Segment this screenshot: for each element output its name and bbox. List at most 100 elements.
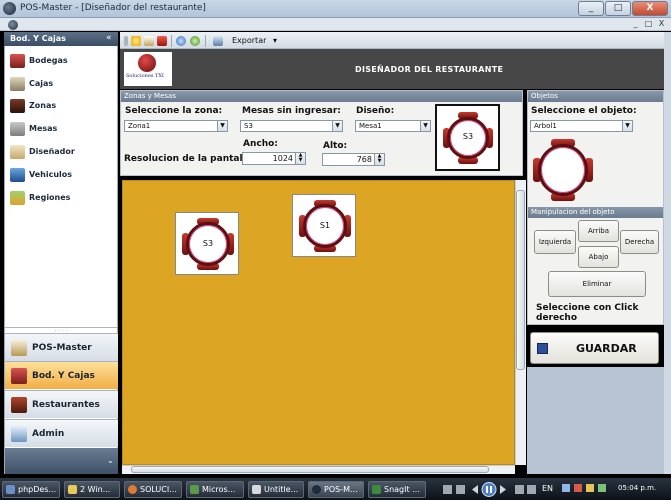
table-s1[interactable]: S1 (292, 194, 356, 257)
sidebar-item-disenador[interactable]: Diseñador (8, 143, 116, 161)
firefox-icon (128, 485, 137, 494)
design-select-value: Mesa1 (359, 122, 382, 130)
zones-icon (10, 99, 25, 113)
move-down-button[interactable]: Abajo (578, 246, 619, 268)
tray-app-icon[interactable] (586, 484, 594, 492)
tables-not-added-select[interactable]: S3 ▼ (240, 120, 343, 132)
sidebar-item-label: Regiones (29, 193, 71, 202)
nav-restaurantes[interactable]: Restaurantes (5, 390, 118, 418)
sidebar-item-zonas[interactable]: Zonas (8, 97, 116, 115)
round-table-icon: S3 (182, 218, 234, 270)
close-button[interactable]: X (632, 1, 668, 16)
media-player-icon (443, 482, 536, 497)
task-label: Micros... (202, 485, 236, 494)
stepper-arrows-icon[interactable]: ▲ ▼ (374, 154, 384, 165)
sidebar-item-cajas[interactable]: Cajas (8, 75, 116, 93)
vehicles-icon (10, 168, 25, 182)
width-value: 1024 (272, 154, 293, 163)
admin-icon (11, 426, 27, 442)
task-label: SnagIt ... (384, 485, 420, 494)
sidebar-item-bodegas[interactable]: Bodegas (8, 52, 116, 70)
paint-icon (252, 485, 261, 494)
minimize-button[interactable]: _ (578, 1, 604, 16)
panel-title: Objetos (528, 91, 663, 102)
height-stepper[interactable]: 768 ▲ ▼ (322, 153, 385, 166)
maximize-button[interactable]: □ (605, 1, 631, 16)
object-select[interactable]: Arbol1 ▼ (530, 120, 633, 132)
task-label: SOLUCI... (140, 485, 177, 494)
move-up-button[interactable]: Arriba (578, 220, 619, 242)
delete-icon[interactable] (157, 36, 167, 46)
chevron-down-icon[interactable]: ▼ (332, 121, 342, 131)
network-icon[interactable] (562, 484, 570, 492)
chevron-down-icon[interactable]: ▼ (217, 121, 227, 131)
mdi-restore-button[interactable]: □ (643, 19, 654, 29)
warehouse-icon (10, 54, 25, 68)
window-title: POS-Master - [Diseñador del restaurante] (20, 3, 206, 13)
width-label: Ancho: (243, 139, 278, 149)
chevron-down-icon[interactable]: ▼ (420, 121, 430, 131)
nav-admin[interactable]: Admin (5, 419, 118, 447)
object-select-label: Seleccione el objeto: (531, 106, 637, 116)
zone-select[interactable]: Zona1 ▼ (124, 120, 228, 132)
taskbar-item-phpdes[interactable]: phpDes... (2, 481, 60, 498)
new-icon[interactable] (131, 36, 141, 46)
taskbar-item-snagit[interactable]: SnagIt ... (368, 481, 426, 498)
taskbar-item-untitled[interactable]: Untitle... (248, 481, 304, 498)
vertical-scroll-thumb[interactable] (516, 190, 525, 370)
chevron-down-icon[interactable]: ⌄ (107, 456, 114, 465)
media-controls[interactable] (440, 481, 538, 498)
table-s3[interactable]: S3 (175, 212, 239, 275)
width-stepper[interactable]: 1024 ▲ ▼ (242, 152, 306, 165)
tables-not-added-label: Mesas sin ingresar: (242, 106, 341, 116)
stepper-arrows-icon[interactable]: ▲ ▼ (295, 153, 305, 164)
delete-object-button[interactable]: Eliminar (548, 271, 646, 297)
nav-bod-y-cajas[interactable]: Bod. Y Cajas (5, 361, 118, 389)
table-label: S3 (202, 239, 214, 248)
security-icon[interactable] (574, 484, 582, 492)
nav-label: Admin (32, 429, 65, 439)
task-label: 2 Win... (80, 485, 111, 494)
move-left-button[interactable]: Izquierda (534, 230, 576, 254)
cashbox-icon (10, 77, 25, 91)
mdi-app-icon[interactable] (8, 20, 18, 30)
mdi-close-button[interactable]: X (656, 19, 667, 29)
taskbar-item-micros[interactable]: Micros... (186, 481, 244, 498)
export-label: Exportar (232, 36, 267, 45)
company-logo: Soluciones TXI (124, 52, 172, 86)
export-icon (213, 36, 223, 46)
mdi-menu-strip (0, 18, 671, 31)
language-indicator[interactable]: EN (542, 484, 553, 493)
tables-icon (10, 122, 25, 136)
volume-icon[interactable] (598, 484, 606, 492)
left-panel-header: Bod. Y Cajas (4, 32, 118, 46)
clock[interactable]: 05:04 p.m. (618, 484, 656, 492)
title-bar: POS-Master - [Diseñador del restaurante] (0, 0, 671, 18)
edit-icon[interactable] (144, 36, 154, 46)
refresh-icon[interactable] (190, 36, 200, 46)
task-label: POS-M... (324, 485, 358, 494)
home-icon (11, 340, 27, 356)
design-select[interactable]: Mesa1 ▼ (355, 120, 431, 132)
taskbar-item-soluci[interactable]: SOLUCI... (124, 481, 182, 498)
chevron-down-icon[interactable]: ▼ (622, 121, 632, 131)
save-button[interactable]: GUARDAR (530, 332, 659, 364)
sidebar-item-vehiculos[interactable]: Vehiculos (8, 166, 116, 184)
export-dropdown[interactable]: Exportar ▾ (232, 36, 277, 45)
mdi-minimize-button[interactable]: _ (630, 19, 641, 29)
taskbar-item-pos-master[interactable]: POS-M... (308, 481, 364, 498)
round-table-icon: S1 (299, 200, 351, 252)
sidebar-item-mesas[interactable]: Mesas (8, 120, 116, 138)
move-right-button[interactable]: Derecha (620, 230, 659, 254)
nav-pos-master[interactable]: POS-Master (5, 333, 118, 361)
sidebar-item-label: Vehiculos (29, 170, 73, 179)
design-label: Diseño: (356, 106, 395, 116)
app-icon[interactable] (3, 2, 16, 15)
sidebar-item-regiones[interactable]: Regiones (8, 189, 116, 207)
collapse-panel-icon[interactable]: « (106, 33, 112, 43)
horizontal-scroll-thumb[interactable] (131, 466, 489, 473)
tables-select-value: S3 (244, 122, 253, 130)
search-icon[interactable] (176, 36, 186, 46)
nav-label: POS-Master (32, 343, 92, 353)
taskbar-item-windows[interactable]: 2 Win... (64, 481, 120, 498)
